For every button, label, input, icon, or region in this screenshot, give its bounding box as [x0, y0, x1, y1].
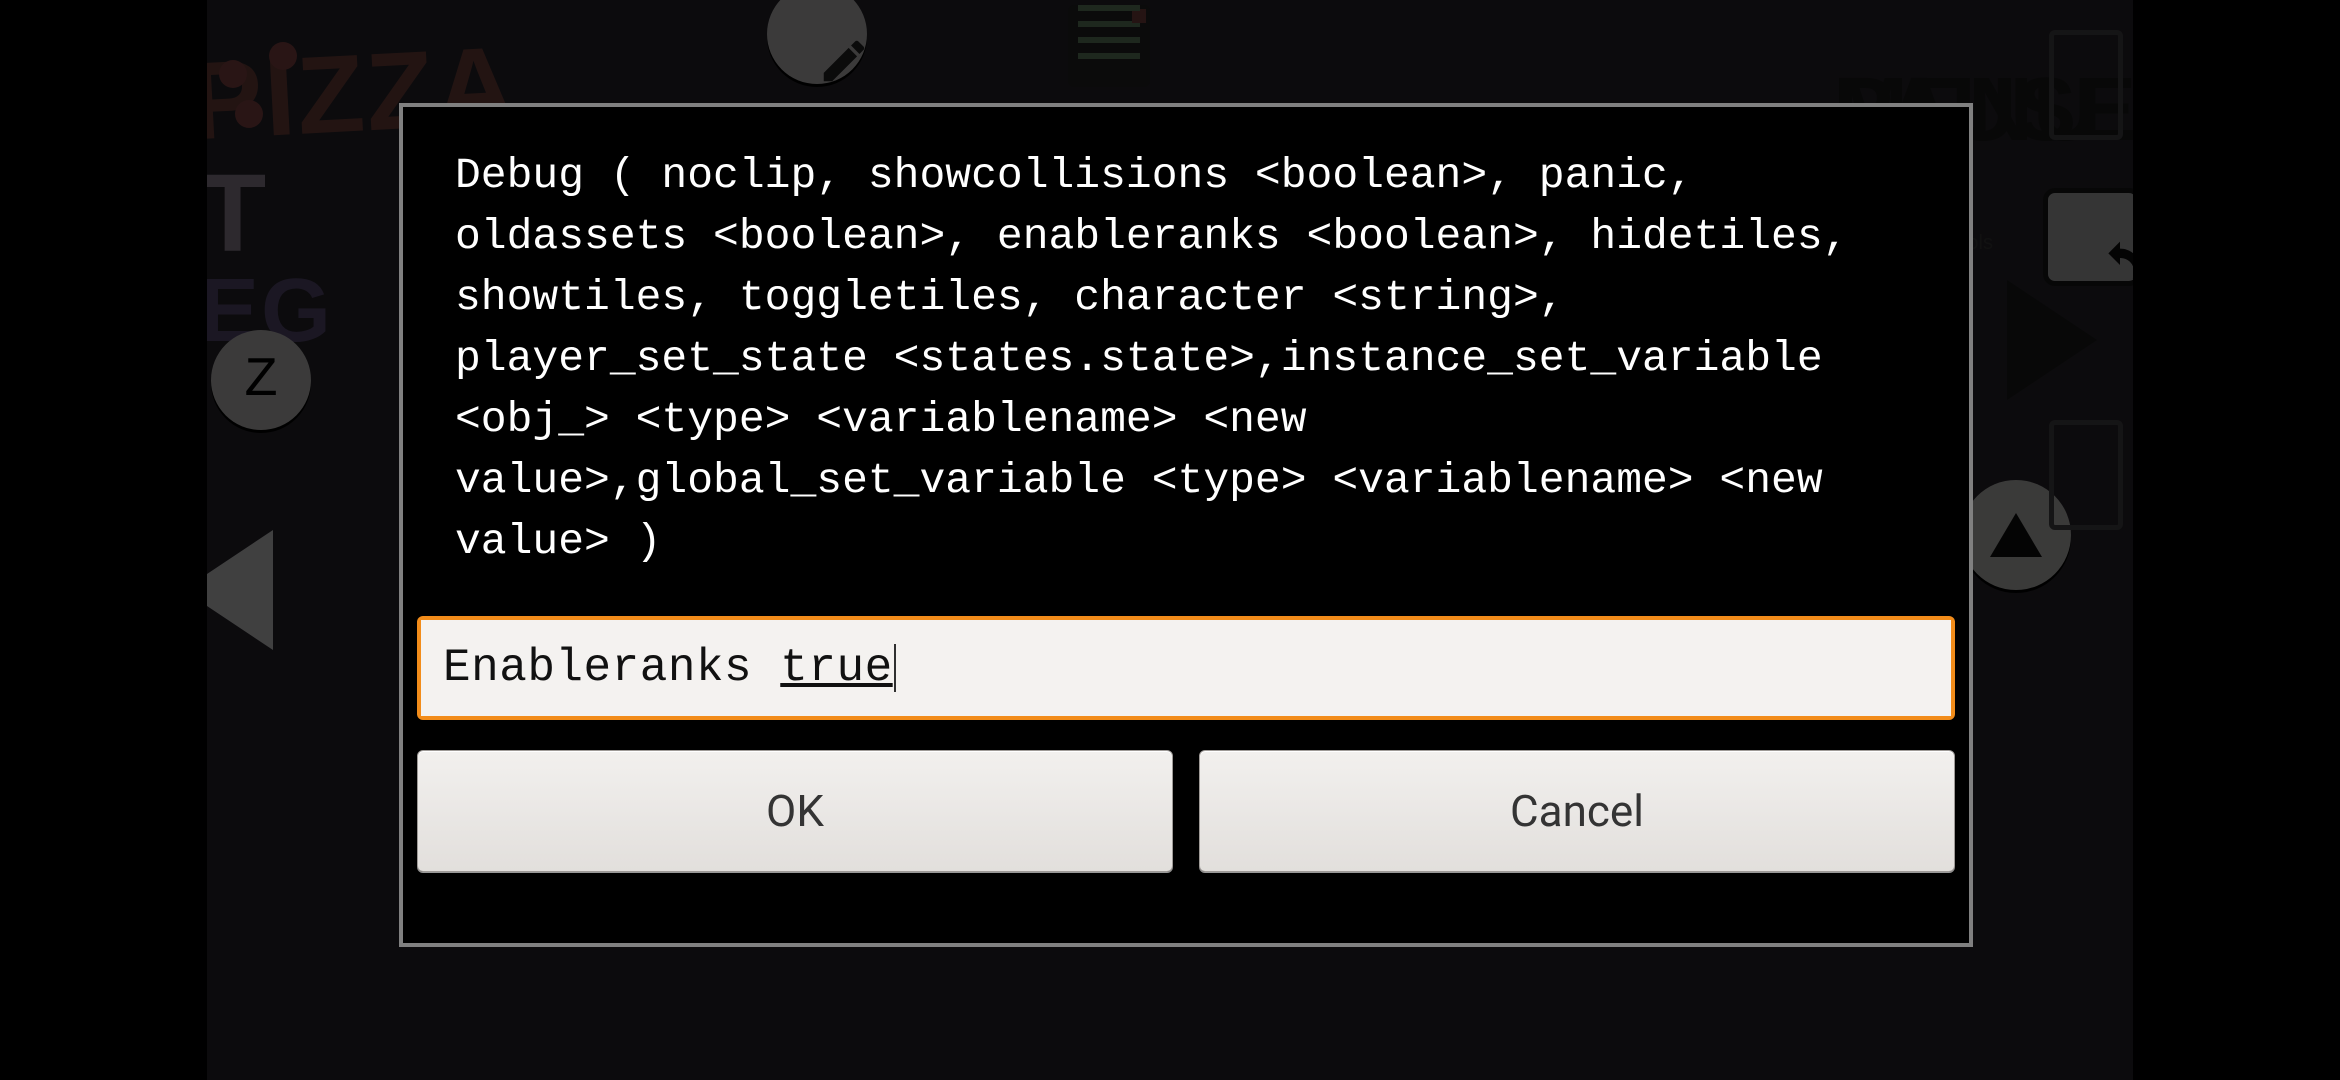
notes-icon [1068, 5, 1150, 87]
notes-button[interactable] [1059, 0, 1159, 96]
z-button-label: Z [244, 348, 278, 412]
command-input-underlined: true [780, 642, 892, 694]
left-arrow-icon[interactable] [207, 530, 273, 650]
cancel-button[interactable]: Cancel [1199, 750, 1955, 872]
edit-button[interactable] [767, 0, 867, 84]
back-button[interactable] [2043, 188, 2133, 286]
side-panel-slot-1 [2049, 30, 2123, 140]
screen-root: PIZZA T EG Z PAUSE MENU [0, 0, 2340, 1080]
debug-input-dialog: Debug ( noclip, showcollisions <boolean>… [399, 103, 1973, 947]
up-arrow-icon [1990, 513, 2042, 557]
right-arrow-icon[interactable] [2007, 280, 2097, 400]
text-caret [894, 644, 896, 692]
command-input-wrap: Enableranks true [417, 616, 1955, 720]
command-input-prefix: Enableranks [443, 642, 780, 694]
dialog-message: Debug ( noclip, showcollisions <boolean>… [403, 107, 1969, 582]
z-button[interactable]: Z [211, 330, 311, 430]
command-input[interactable]: Enableranks true [421, 620, 1951, 716]
side-panel-slot-2 [2049, 420, 2123, 530]
dialog-button-row: OK Cancel [403, 720, 1969, 890]
ok-button[interactable]: OK [417, 750, 1173, 872]
